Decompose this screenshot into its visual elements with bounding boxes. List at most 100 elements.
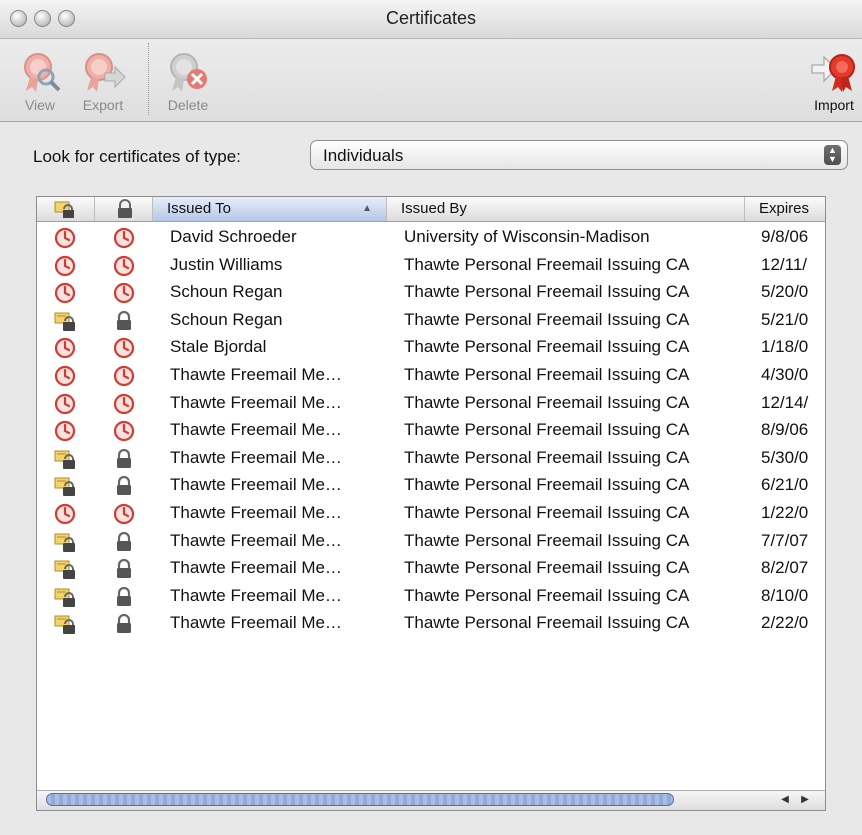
table-row[interactable]: Schoun Regan Thawte Personal Freemail Iss…	[37, 278, 825, 306]
table-row[interactable]: Thawte Freemail Me… Thawte Personal Freem…	[37, 444, 825, 472]
certificate-status-cell	[54, 337, 76, 359]
column-header-key[interactable]	[37, 197, 95, 221]
table-row[interactable]: Thawte Freemail Me… Thawte Personal Freem…	[37, 389, 825, 417]
certificate-trust-cell	[113, 255, 135, 276]
content-area: Look for certificates of type: Individua…	[0, 122, 862, 835]
table-row[interactable]: Thawte Freemail Me… Thawte Personal Freem…	[37, 582, 825, 610]
popup-arrows-icon: ▲ ▼	[824, 145, 841, 165]
expired-clock-icon	[54, 365, 76, 387]
table-header: Issued To ▲ Issued By Expires	[37, 197, 825, 222]
column-header-issued-to[interactable]: Issued To ▲	[153, 197, 387, 221]
expires-header-label: Expires	[759, 200, 810, 217]
certificate-trust-cell	[113, 475, 135, 496]
issued-to-cell: Thawte Freemail Me…	[170, 392, 342, 412]
window-title: Certificates	[385, 8, 477, 28]
certificate-import-icon	[811, 54, 855, 92]
scroll-left-arrow-icon[interactable]: ◀	[777, 793, 793, 807]
expires-cell: 8/10/0	[761, 585, 809, 605]
issued-by-cell: Thawte Personal Freemail Issuing CA	[404, 392, 690, 412]
table-row[interactable]: Thawte Freemail Me… Thawte Personal Freem…	[37, 361, 825, 389]
expired-clock-icon	[113, 421, 135, 442]
expires-cell: 9/8/06	[761, 227, 809, 246]
issued-to-cell: Thawte Freemail Me…	[170, 530, 342, 550]
certificate-trust-cell	[113, 448, 135, 468]
export-button[interactable]: Export	[72, 47, 134, 113]
issued-by-cell: Thawte Personal Freemail Issuing CA	[404, 447, 690, 467]
table-row[interactable]: Justin Williams Thawte Personal Freemail …	[37, 251, 825, 279]
expired-clock-icon	[54, 338, 76, 359]
horizontal-scrollbar[interactable]: ◀ ▶	[37, 790, 825, 810]
issued-by-cell: Thawte Personal Freemail Issuing CA	[404, 365, 690, 384]
issued-to-header-label: Issued To	[167, 200, 231, 217]
issued-by-cell: Thawte Personal Freemail Issuing CA	[404, 475, 690, 495]
issued-by-cell: University of Wisconsin-Madison	[404, 227, 650, 246]
expires-cell: 4/30/0	[761, 365, 809, 384]
certificate-status-cell	[54, 503, 76, 525]
scrollbar-thumb[interactable]	[46, 793, 674, 806]
expires-cell: 5/30/0	[761, 447, 809, 467]
view-label: View	[24, 97, 56, 113]
issued-to-cell: Thawte Freemail Me…	[170, 503, 342, 522]
issued-by-cell: Thawte Personal Freemail Issuing CA	[404, 558, 690, 578]
toolbar: View Export Delete Import	[0, 39, 862, 122]
issued-to-cell: Justin Williams	[170, 254, 283, 274]
certificate-export-icon	[85, 53, 126, 92]
issued-to-cell: Thawte Freemail Me…	[170, 558, 342, 578]
expires-cell: 1/22/0	[761, 503, 809, 522]
expired-clock-icon	[113, 255, 135, 276]
delete-label: Delete	[167, 97, 209, 113]
export-label: Export	[82, 97, 124, 113]
table-row[interactable]: Schoun Regan Thawte Personal Freemail Iss…	[37, 306, 825, 334]
issued-by-cell: Thawte Personal Freemail Issuing CA	[404, 420, 690, 440]
sort-ascending-icon: ▲	[362, 203, 372, 214]
issued-to-cell: Thawte Freemail Me…	[170, 447, 342, 467]
column-header-expires[interactable]: Expires	[745, 197, 825, 221]
expires-cell: 12/11/	[761, 254, 808, 274]
certificate-trust-cell	[113, 365, 135, 387]
scroll-right-arrow-icon[interactable]: ▶	[797, 793, 813, 807]
table-row[interactable]: Thawte Freemail Me… Thawte Personal Freem…	[37, 527, 825, 555]
issued-to-cell: Schoun Regan	[170, 309, 283, 329]
certificate-view-icon	[24, 53, 61, 92]
table-row[interactable]: Thawte Freemail Me… Thawte Personal Freem…	[37, 554, 825, 582]
table-row[interactable]: Thawte Freemail Me… Thawte Personal Freem…	[37, 416, 825, 444]
expired-clock-icon	[113, 365, 135, 387]
expires-cell: 8/9/06	[761, 420, 809, 440]
issued-by-cell: Thawte Personal Freemail Issuing CA	[404, 530, 690, 550]
certificates-table: Issued To ▲ Issued By Expires David Schr…	[36, 196, 826, 811]
delete-button[interactable]: Delete	[160, 47, 216, 113]
certificate-trust-cell	[113, 420, 135, 442]
issued-to-cell: Thawte Freemail Me…	[170, 585, 342, 605]
certificate-status-cell	[54, 448, 76, 469]
certificate-status-cell	[54, 586, 76, 607]
table-row[interactable]: Thawte Freemail Me… Thawte Personal Freem…	[37, 499, 825, 527]
key-certificate-icon	[54, 560, 75, 580]
padlock-icon	[117, 310, 131, 330]
table-row[interactable]: Thawte Freemail Me… Thawte Personal Freem…	[37, 471, 825, 499]
padlock-icon	[117, 448, 131, 468]
table-row[interactable]: Thawte Freemail Me… Thawte Personal Freem…	[37, 609, 825, 637]
expires-cell: 12/14/	[761, 392, 809, 412]
certificate-trust-cell	[113, 613, 135, 634]
expires-cell: 8/2/07	[761, 558, 809, 578]
padlock-icon	[117, 614, 131, 634]
column-header-lock[interactable]	[95, 197, 153, 221]
certificate-status-cell	[54, 255, 76, 276]
key-certificate-icon	[54, 477, 75, 497]
column-header-issued-by[interactable]: Issued By	[387, 197, 745, 221]
issued-to-cell: Thawte Freemail Me…	[170, 475, 342, 495]
certificate-type-popup[interactable]: Individuals ▲ ▼	[310, 140, 848, 170]
table-row[interactable]: David Schroeder University of Wisconsin-M…	[37, 223, 825, 251]
issued-by-cell: Thawte Personal Freemail Issuing CA	[404, 282, 690, 302]
table-row[interactable]: Stale Bjordal Thawte Personal Freemail Is…	[37, 333, 825, 361]
expires-cell: 6/21/0	[761, 475, 809, 495]
import-button[interactable]: Import	[806, 47, 862, 113]
issued-by-cell: Thawte Personal Freemail Issuing CA	[404, 613, 690, 633]
key-certificate-icon	[54, 201, 74, 218]
certificate-status-cell	[54, 282, 76, 304]
view-button[interactable]: View	[12, 47, 68, 113]
expired-clock-icon	[54, 255, 76, 276]
expired-clock-icon	[113, 503, 135, 525]
certificate-trust-cell	[113, 393, 135, 414]
certificate-type-label: Look for certificates of type:	[33, 147, 241, 166]
